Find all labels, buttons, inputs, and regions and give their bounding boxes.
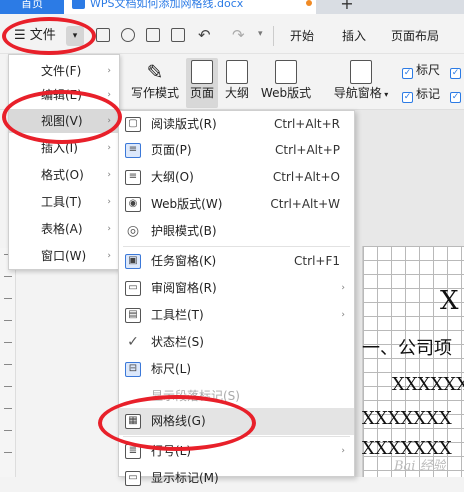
menu-item-review-pane[interactable]: ▭ 审阅窗格(R) ›: [119, 275, 354, 302]
web-layout-icon: ◉: [125, 197, 141, 212]
submenu-arrow-icon: ›: [107, 170, 111, 180]
checkbox-checked-icon: ✓: [402, 68, 413, 79]
wps-writer-icon: [72, 0, 85, 9]
submenu-arrow-icon: ›: [341, 310, 345, 320]
page-layout-icon: [191, 60, 213, 84]
submenu-arrow-icon: ›: [107, 66, 111, 76]
menu-item-format[interactable]: 格式(O) ›: [9, 163, 119, 187]
ruler-icon: ⊟: [125, 362, 141, 377]
tab-document[interactable]: WPS文档如何添加网格线.docx: [64, 0, 316, 14]
menu-item-reading-layout[interactable]: ▢ 阅读版式(R) Ctrl+Alt+R: [119, 111, 354, 138]
task-pane-icon: ▣: [125, 254, 141, 269]
ruler-checkbox[interactable]: ✓ 标尺: [402, 62, 440, 79]
checkbox-checked-icon: ✓: [450, 68, 461, 79]
writing-mode-button[interactable]: ✎ 写作模式: [128, 58, 182, 108]
submenu-arrow-icon: ›: [107, 224, 111, 234]
navigation-pane-button[interactable]: 导航窗格 ▾: [330, 58, 392, 108]
menu-item-web-layout[interactable]: ◉ Web版式(W) Ctrl+Alt+W: [119, 191, 354, 218]
toolbar-divider: [273, 26, 274, 46]
outline-icon: ≡: [125, 170, 141, 185]
page-view-button[interactable]: 页面: [186, 58, 218, 108]
menu-item-outline[interactable]: ≡ 大纲(O) Ctrl+Alt+O: [119, 164, 354, 191]
menu-item-status-bar[interactable]: ✓ 状态栏(S): [119, 329, 354, 356]
checkbox-checked-icon: ✓: [402, 92, 413, 103]
document-text-line: XXXXXX: [392, 374, 464, 395]
menu-item-window[interactable]: 窗口(W) ›: [9, 244, 119, 268]
submenu-arrow-icon: ›: [107, 143, 111, 153]
menu-item-tools[interactable]: 工具(T) ›: [9, 190, 119, 214]
toolbar-icon: ▤: [125, 308, 141, 323]
print-preview-icon[interactable]: [171, 28, 185, 42]
ribbon-checkbox-4[interactable]: ✓: [450, 86, 464, 103]
ribbon-checkbox-3[interactable]: ✓: [450, 62, 464, 79]
review-pane-icon: ▭: [125, 281, 141, 296]
menu-item-eye-protection[interactable]: ◎ 护眼模式(B): [119, 218, 354, 245]
document-tab-title: WPS文档如何添加网格线.docx: [90, 0, 244, 10]
unsaved-dot-icon: [306, 0, 312, 6]
new-tab-button[interactable]: +: [330, 0, 364, 14]
document-heading: 一、公司项: [362, 338, 452, 359]
tab-page-layout[interactable]: 页面布局: [391, 24, 439, 48]
eye-icon: ◎: [126, 223, 140, 239]
more-commands-icon[interactable]: ▾: [258, 29, 263, 39]
submenu-arrow-icon: ›: [341, 446, 345, 456]
submenu-arrow-icon: ›: [107, 197, 111, 207]
tab-start[interactable]: 开始: [290, 24, 314, 48]
checkmark-icon: ✓: [127, 334, 139, 350]
menu-divider: [123, 246, 350, 247]
markup-checkbox[interactable]: ✓ 标记: [402, 86, 440, 103]
annotation-circle-view-item: [2, 90, 122, 144]
document-title-char: X: [440, 286, 459, 316]
undo-icon[interactable]: ↶: [198, 26, 211, 44]
open-folder-icon[interactable]: [96, 28, 110, 42]
web-view-button[interactable]: Web版式: [258, 58, 314, 108]
pencil-icon: ✎: [146, 60, 164, 84]
annotation-circle-gridlines-item: [98, 395, 256, 451]
menu-item-page[interactable]: ≡ 页面(P) Ctrl+Alt+P: [119, 137, 354, 164]
tab-home[interactable]: 首页: [0, 0, 64, 14]
tab-insert[interactable]: 插入: [342, 24, 366, 48]
print-icon[interactable]: [146, 28, 160, 42]
document-text-line: XXXXXXX: [362, 408, 452, 429]
menu-item-show-markup[interactable]: ▭ 显示标记(M): [119, 465, 354, 492]
annotation-circle-file-menu: [2, 17, 96, 55]
save-icon[interactable]: [121, 28, 135, 42]
navigation-pane-icon: [350, 60, 372, 84]
file-dropdown-menu: 文件(F) › 编辑(E) › 视图(V) › 插入(I) › 格式(O) › 工具(T)…: [8, 54, 120, 270]
menu-item-table[interactable]: 表格(A) ›: [9, 217, 119, 241]
submenu-arrow-icon: ›: [107, 251, 111, 261]
redo-icon[interactable]: ↷: [232, 26, 245, 44]
checkbox-checked-icon: ✓: [450, 92, 461, 103]
markup-icon: ▭: [125, 471, 141, 486]
page-layout-icon: ≡: [125, 143, 141, 158]
submenu-arrow-icon: ›: [341, 283, 345, 293]
menu-item-task-pane[interactable]: ▣ 任务窗格(K) Ctrl+F1: [119, 248, 354, 275]
menu-item-ruler[interactable]: ⊟ 标尺(L): [119, 356, 354, 383]
vertical-ruler[interactable]: [0, 248, 16, 477]
menu-item-toolbar[interactable]: ▤ 工具栏(T) ›: [119, 302, 354, 329]
outline-icon: [226, 60, 248, 84]
book-icon: ▢: [125, 117, 141, 132]
watermark-text: Bai 经验: [394, 459, 446, 474]
outline-view-button[interactable]: 大纲: [222, 58, 252, 108]
menu-item-file[interactable]: 文件(F) ›: [9, 59, 119, 83]
web-layout-icon: [275, 60, 297, 84]
